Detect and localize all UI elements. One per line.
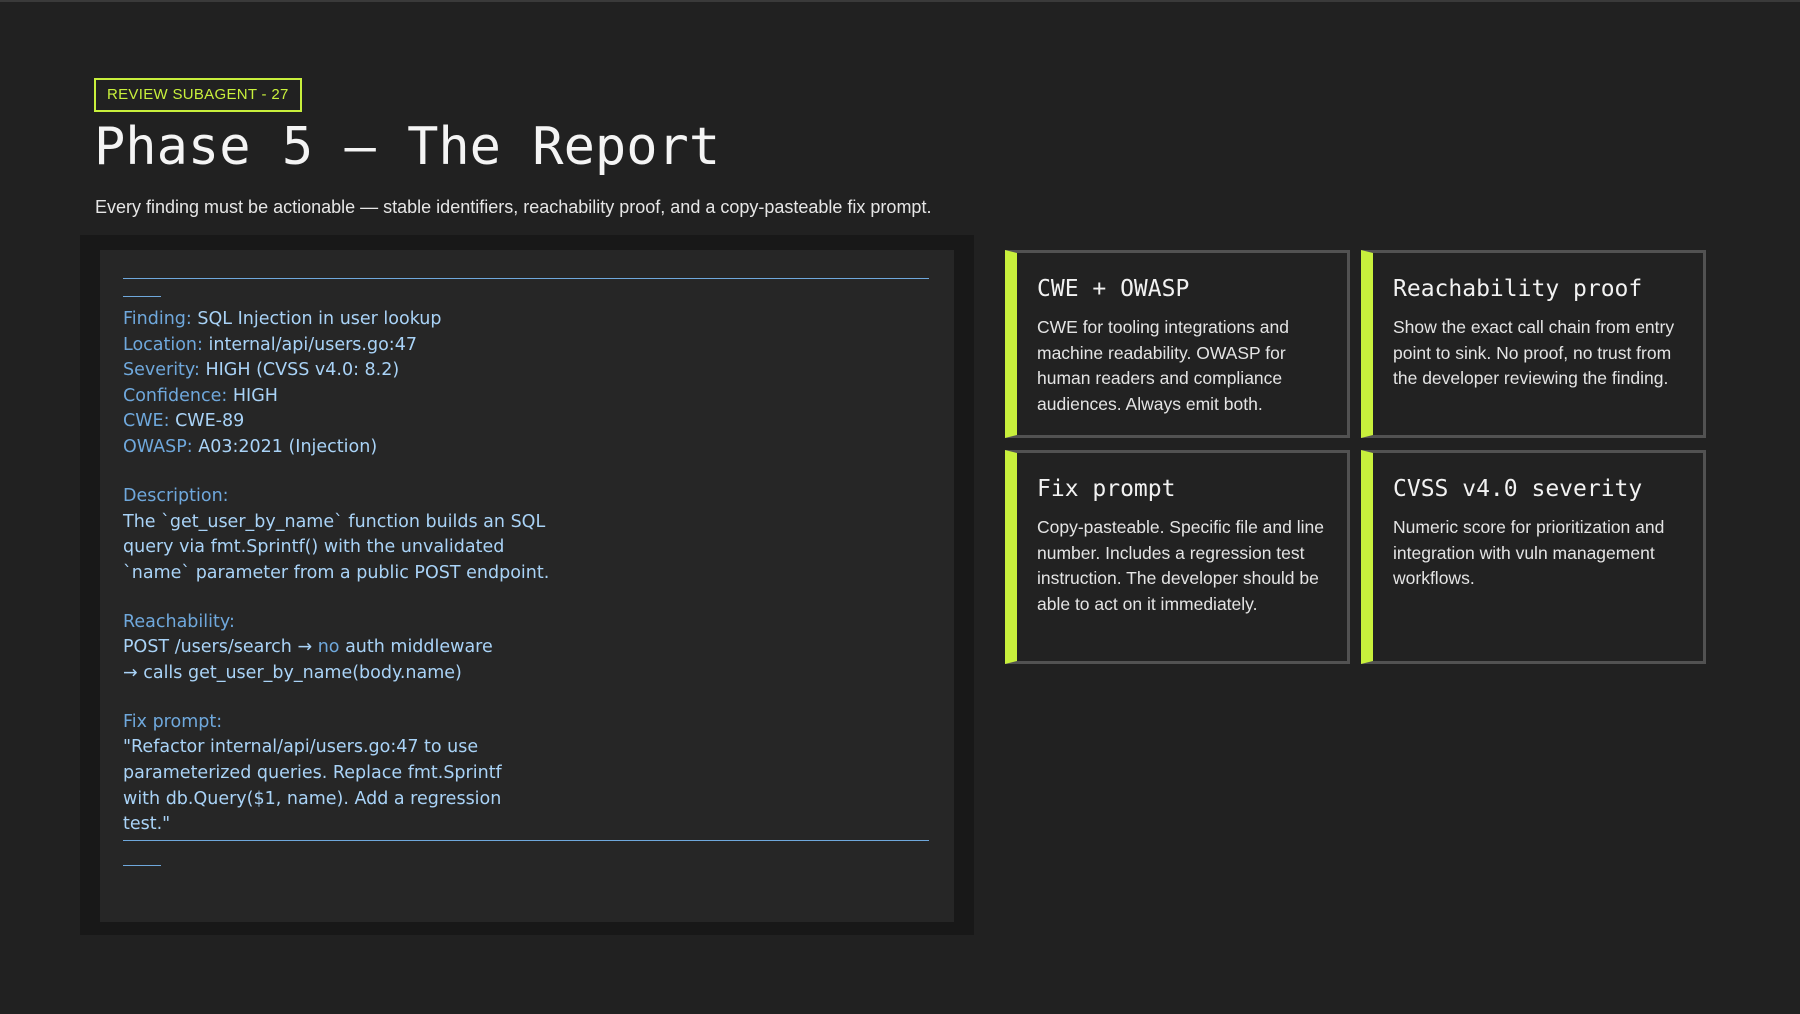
bottom-rule bbox=[123, 838, 929, 841]
severity-line: Severity: HIGH (CVSS v4.0: 8.2) bbox=[123, 358, 929, 384]
confidence-label: Confidence: bbox=[123, 385, 228, 406]
top-divider bbox=[0, 0, 1800, 2]
reachability-line: POST /users/search → no auth middleware bbox=[123, 637, 493, 658]
description-line: The `get_user_by_name` function builds a… bbox=[123, 511, 546, 532]
report-code-panel: Finding: SQL Injection in user lookup Lo… bbox=[80, 235, 974, 935]
card-reachability-proof: Reachability proof Show the exact call c… bbox=[1361, 250, 1706, 438]
finding-value: SQL Injection in user lookup bbox=[197, 309, 442, 329]
cwe-line: CWE: CWE-89 bbox=[123, 409, 929, 435]
card-cvss-severity: CVSS v4.0 severity Numeric score for pri… bbox=[1361, 450, 1706, 664]
description-line: `name` parameter from a public POST endp… bbox=[123, 562, 550, 583]
finding-line: Finding: SQL Injection in user lookup bbox=[123, 307, 929, 333]
cwe-label: CWE: bbox=[123, 411, 170, 432]
fix-prompt-heading: Fix prompt: bbox=[123, 711, 223, 732]
card-cwe-owasp: CWE + OWASP CWE for tooling integrations… bbox=[1005, 250, 1350, 438]
location-label: Location: bbox=[123, 334, 203, 355]
card-body: Show the exact call chain from entry poi… bbox=[1393, 317, 1675, 389]
confidence-line: Confidence: HIGH bbox=[123, 384, 929, 410]
cwe-value: CWE-89 bbox=[175, 411, 245, 432]
fix-prompt-line: parameterized queries. Replace fmt.Sprin… bbox=[123, 763, 502, 784]
owasp-line: OWASP: A03:2021 (Injection) bbox=[123, 435, 929, 461]
card-body: CWE for tooling integrations and machine… bbox=[1037, 317, 1289, 414]
card-fix-prompt: Fix prompt Copy-pasteable. Specific file… bbox=[1005, 450, 1350, 664]
severity-value: HIGH (CVSS v4.0: 8.2) bbox=[205, 360, 400, 381]
owasp-value: A03:2021 (Injection) bbox=[198, 436, 378, 457]
card-title: Reachability proof bbox=[1393, 276, 1643, 302]
reachability-heading: Reachability: bbox=[123, 611, 235, 632]
reachability-keyword: no bbox=[317, 637, 340, 658]
finding-label: Finding: bbox=[123, 309, 192, 329]
fix-prompt-line: "Refactor internal/api/users.go:47 to us… bbox=[123, 737, 479, 758]
card-title: Fix prompt bbox=[1037, 476, 1176, 502]
section-badge: REVIEW SUBAGENT - 27 bbox=[94, 78, 302, 112]
fix-prompt-line: with db.Query($1, name). Add a regressio… bbox=[123, 788, 502, 809]
card-body: Copy-pasteable. Specific file and line n… bbox=[1037, 517, 1324, 614]
fix-prompt-line: test." bbox=[123, 814, 171, 835]
confidence-value: HIGH bbox=[232, 385, 278, 406]
card-title: CVSS v4.0 severity bbox=[1393, 476, 1643, 502]
card-body: Numeric score for prioritization and int… bbox=[1393, 517, 1665, 589]
owasp-label: OWASP: bbox=[123, 436, 193, 457]
location-value: internal/api/users.go:47 bbox=[208, 334, 417, 355]
top-rule-stub bbox=[123, 279, 161, 297]
page-title: Phase 5 — The Report bbox=[94, 117, 721, 177]
description-line: query via fmt.Sprintf() with the unvalid… bbox=[123, 537, 505, 558]
severity-label: Severity: bbox=[123, 360, 200, 381]
location-line: Location: internal/api/users.go:47 bbox=[123, 333, 929, 359]
feature-cards: CWE + OWASP CWE for tooling integrations… bbox=[1005, 250, 1708, 664]
report-code-block: Finding: SQL Injection in user lookup Lo… bbox=[100, 250, 954, 922]
reachability-line: → calls get_user_by_name(body.name) bbox=[123, 662, 462, 683]
card-title: CWE + OWASP bbox=[1037, 276, 1190, 302]
top-rule bbox=[123, 268, 929, 279]
bottom-rule-stub bbox=[123, 841, 161, 866]
page-subtitle: Every finding must be actionable — stabl… bbox=[95, 197, 932, 217]
description-heading: Description: bbox=[123, 485, 229, 506]
